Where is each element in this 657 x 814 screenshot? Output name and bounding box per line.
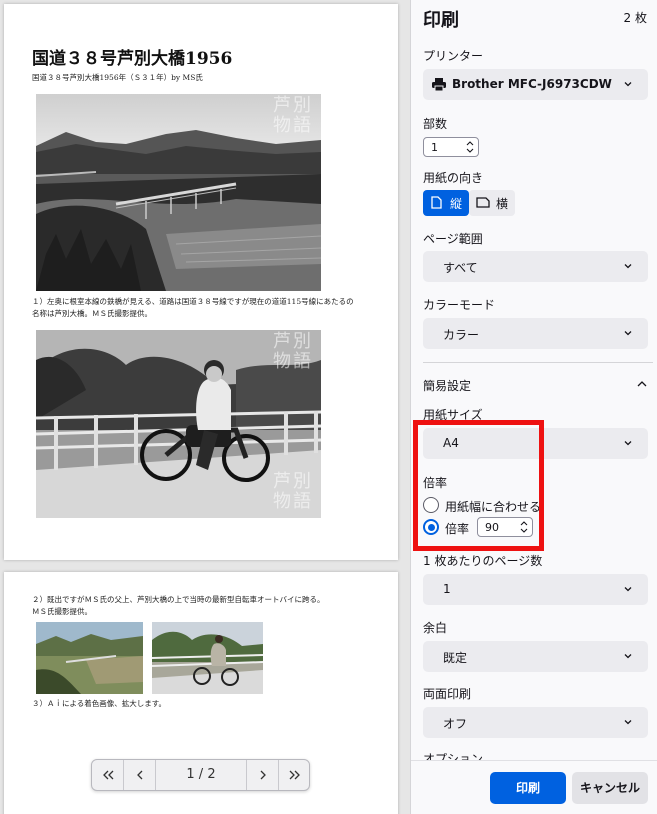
chevron-down-icon [624,264,632,269]
pages-per-sheet-label: 1 枚あたりのページ数 [423,554,543,568]
motorcycle-photo: 芦別 物語 芦別 物語 [36,330,321,518]
page-navigator: 1 / 2 [91,759,310,791]
page-range-value: すべて [443,261,478,275]
color-motorcycle-photo [152,622,263,694]
document-subtitle: 国道３８号芦別大橋1956年（Ｓ３１年）by MS氏 [32,73,203,82]
copies-label: 部数 [423,117,448,131]
orientation-landscape-button[interactable]: 横 [469,190,515,216]
color-mode-select[interactable]: カラー [423,318,648,349]
page-indicator[interactable]: 1 / 2 [156,760,246,790]
next-page-button[interactable] [247,760,278,790]
caption-2: ２）既出ですがＭＳ氏の父上、芦別大橋の上で当時の最新型自転車オートバイに跨る。 … [32,594,325,618]
caption-2-line-1: ２）既出ですがＭＳ氏の父上、芦別大橋の上で当時の最新型自転車オートバイに跨る。 [32,595,325,604]
duplex-value: オフ [443,717,468,731]
portrait-label: 縦 [450,197,463,211]
chevron-down-icon [624,441,632,446]
margins-value: 既定 [443,651,468,665]
photo-watermark-3: 芦別 物語 [273,471,313,512]
landscape-page-icon [476,197,490,208]
dialog-title: 印刷 [423,10,459,31]
chevron-up-icon[interactable] [637,380,647,388]
caption-1: １）左奥に根室本線の鉄橋が見える、道路は国道３８号線ですが現在の道道115号線に… [32,296,354,320]
spinner-icon[interactable] [466,140,474,154]
color-bridge-photo [36,622,143,694]
sheet-count: 2 枚 [623,11,647,25]
printer-select[interactable]: Brother MFC-J6973CDW [423,69,648,100]
landscape-label: 横 [496,197,509,211]
chevron-down-icon [624,654,632,659]
orientation-label: 用紙の向き [423,171,484,185]
duplex-select[interactable]: オフ [423,707,648,738]
printer-value: Brother MFC-J6973CDW [452,77,612,91]
printer-icon [432,78,446,91]
page-range-label: ページ範囲 [423,232,483,246]
chevron-left-icon [136,770,142,780]
page-range-select[interactable]: すべて [423,251,648,282]
double-chevron-right-icon [289,770,300,780]
duplex-label: 両面印刷 [423,687,472,701]
photo-watermark-2: 芦別 物語 [273,331,313,372]
chevron-right-icon [260,770,266,780]
margins-select[interactable]: 既定 [423,641,648,672]
margins-label: 余白 [423,621,448,635]
divider [423,362,653,363]
highlight-annotation-box [413,420,544,551]
portrait-page-icon [431,196,442,209]
document-title: 国道３８号芦別大橋1956 [32,49,233,69]
caption-2-line-2: ＭＳ氏撮影提供。 [32,607,92,616]
last-page-button[interactable] [279,760,310,790]
print-preview: 国道３８号芦別大橋1956 国道３８号芦別大橋1956年（Ｓ３１年）by MS氏 [0,0,408,814]
printer-label: プリンター [423,49,484,63]
caption-3: ３）Ａｉによる着色画像、拡大します。 [32,699,167,708]
caption-1-line-2: 名称は芦別大橋。ＭＳ氏撮影提供。 [32,309,152,318]
bridge-landscape-photo: 芦別 物語 [36,94,321,291]
cancel-button[interactable]: キャンセル [572,772,648,804]
pages-per-sheet-select[interactable]: 1 [423,574,648,605]
photo-watermark: 芦別 物語 [273,95,313,136]
color-mode-value: カラー [443,328,480,342]
pages-per-sheet-value: 1 [443,582,451,596]
chevron-down-icon [624,587,632,592]
orientation-portrait-button[interactable]: 縦 [423,190,469,216]
chevron-down-icon [624,331,632,336]
chevron-down-icon [624,82,632,87]
print-button[interactable]: 印刷 [490,772,566,804]
color-mode-label: カラーモード [423,298,496,312]
print-settings-panel: 印刷 2 枚 プリンター Brother MFC-J6973CDW 部数 1 用… [410,0,657,814]
copies-value: 1 [431,141,438,154]
simple-settings-toggle[interactable]: 簡易設定 [423,377,471,394]
preview-page-1: 国道３８号芦別大橋1956 国道３８号芦別大橋1956年（Ｓ３１年）by MS氏 [4,4,398,560]
previous-page-button[interactable] [124,760,155,790]
chevron-down-icon [624,720,632,725]
caption-1-line-1: １）左奥に根室本線の鉄橋が見える、道路は国道３８号線ですが現在の道道115号線に… [32,297,354,306]
first-page-button[interactable] [92,760,123,790]
copies-input[interactable]: 1 [423,137,479,157]
double-chevron-left-icon [102,770,113,780]
